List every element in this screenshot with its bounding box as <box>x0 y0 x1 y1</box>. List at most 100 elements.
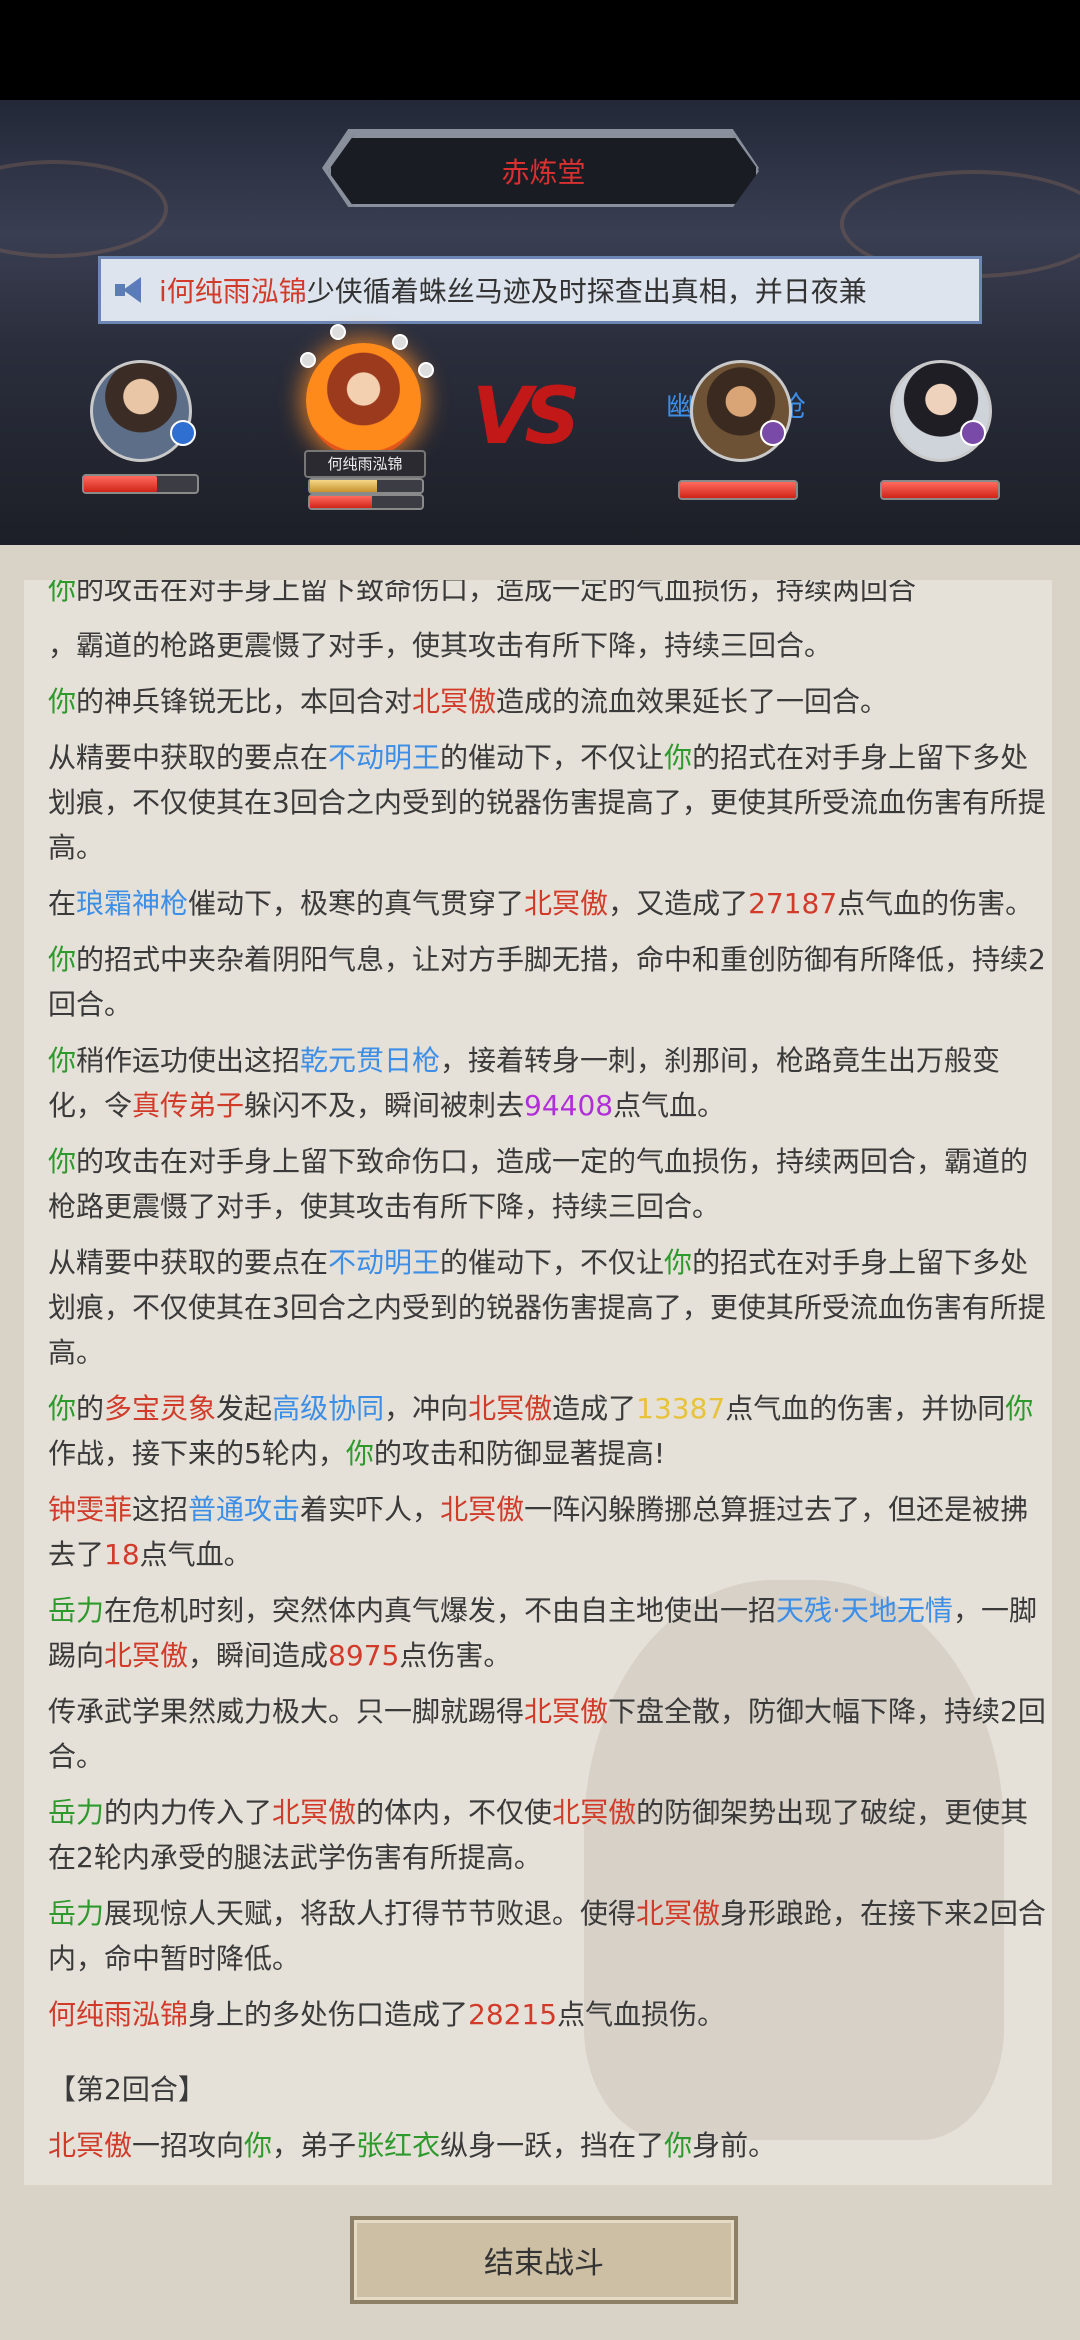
hall-title: 赤炼堂 <box>328 135 759 207</box>
log-text: 的攻击在对手身上留下致命伤口，造成一定的气血损伤，持续两回合，霸道的枪路更震慑了… <box>48 1145 1029 1223</box>
log-highlight: 北冥傲 <box>524 1695 609 1728</box>
enemy-class-badge-icon <box>760 420 786 446</box>
skill-slot-icon <box>392 334 408 350</box>
log-highlight: 你 <box>48 1392 77 1425</box>
battle-log-entry: 钟雯菲这招普通攻击着实吓人，北冥傲一阵闪躲腾挪总算捱过去了，但还是被拂去了18点… <box>48 1487 1048 1577</box>
log-highlight: 北冥傲 <box>552 1796 637 1829</box>
skill-slot-icon <box>330 324 346 340</box>
log-highlight: 你 <box>48 1044 77 1077</box>
log-text: 的内力传入了 <box>104 1796 273 1829</box>
log-text: 点气血。 <box>613 1089 726 1122</box>
battle-log-entry: 传承武学果然威力极大。只一脚就踢得北冥傲下盘全散，防御大幅下降，持续2回合。 <box>48 1689 1048 1779</box>
log-highlight: 94408 <box>524 1089 614 1122</box>
enemy-ally-hp-bar <box>880 480 1000 500</box>
ally-avatar[interactable] <box>90 360 192 462</box>
enemy-ally-class-badge-icon <box>960 420 986 446</box>
enemy-hp-fill <box>680 482 796 498</box>
log-text: 的神兵锋锐无比，本回合对 <box>76 685 413 718</box>
skill-slot-icon <box>300 352 316 368</box>
battle-log-entry: 你的攻击在对手身上留下致命伤口，造成一定的气血损伤，持续两回合 <box>48 580 1048 612</box>
active-fighter-avatar[interactable] <box>306 343 421 458</box>
log-highlight: 你 <box>48 1145 77 1178</box>
battle-log-entry: 岳力在危机时刻，突然体内真气爆发，不由自主地使出一招天残·天地无情，一脚踢向北冥… <box>48 1588 1048 1678</box>
cloud-decoration <box>0 160 168 258</box>
log-highlight: 你 <box>1005 1392 1034 1425</box>
log-highlight: 北冥傲 <box>104 1639 189 1672</box>
log-highlight: 北冥傲 <box>48 2129 133 2162</box>
ally-class-badge-icon <box>170 420 196 446</box>
battle-log-entry: 你稍作运功使出这招乾元贯日枪，接着转身一刺，刹那间，枪路竟生出万般变化，令真传弟… <box>48 1038 1048 1128</box>
battle-log-entry: 你的招式中夹杂着阴阳气息，让对方手脚无措，命中和重创防御有所降低，持续2回合。 <box>48 937 1048 1027</box>
log-highlight: 13387 <box>636 1392 726 1425</box>
battle-log-entry: 岳力的内力传入了北冥傲的体内，不仅使北冥傲的防御架势出现了破绽，更使其在2轮内承… <box>48 1790 1048 1880</box>
ally-hp-fill <box>84 476 158 492</box>
log-text: 身上的多处伤口造成了 <box>188 1998 469 2031</box>
log-highlight: 岳力 <box>48 1594 105 1627</box>
log-text: 造成的流血效果延长了一回合。 <box>496 685 889 718</box>
log-highlight: 北冥傲 <box>636 1897 721 1930</box>
log-text: 一招攻向 <box>132 2129 245 2162</box>
speaker-icon <box>115 277 145 303</box>
log-text: 这招 <box>132 1493 189 1526</box>
log-highlight: 高级协同 <box>272 1392 385 1425</box>
battle-log-entry: ，霸道的枪路更震慑了对手，使其攻击有所下降，持续三回合。 <box>48 623 1048 668</box>
log-highlight: 18 <box>104 1538 140 1571</box>
active-fighter-mp-fill <box>310 480 378 492</box>
log-highlight: 你 <box>664 1246 693 1279</box>
battle-log-entry: 你的多宝灵象发起高级协同，冲向北冥傲造成了13387点气血的伤害，并协同你作战，… <box>48 1386 1048 1476</box>
battle-log-entry: 从精要中获取的要点在不动明王的催动下，不仅让你的招式在对手身上留下多处划痕，不仅… <box>48 1240 1048 1375</box>
log-text: 的体内，不仅使 <box>356 1796 553 1829</box>
log-text: 【第2回合】 <box>48 2073 206 2106</box>
battle-log-panel[interactable]: 你的攻击在对手身上留下致命伤口，造成一定的气血损伤，持续两回合 ，霸道的枪路更震慑… <box>24 580 1052 2185</box>
battle-log-entry: 北冥傲侧身旋枪，突然急停，接着使出幽兰忘生枪如鬼魅般向张红衣刺去，造成了9461… <box>48 2179 1048 2185</box>
log-highlight: 岳力 <box>48 1796 105 1829</box>
log-highlight: 你 <box>664 2129 693 2162</box>
log-text: 催动下，极寒的真气贯穿了 <box>188 887 525 920</box>
log-text: 的催动下，不仅让 <box>440 741 665 774</box>
log-text: 造成了 <box>552 1392 637 1425</box>
log-text: ，又造成了 <box>608 887 749 920</box>
log-text: 从精要中获取的要点在 <box>48 741 329 774</box>
log-highlight: 你 <box>48 580 77 606</box>
log-text: 点气血的伤害。 <box>837 887 1034 920</box>
log-highlight: 北冥傲 <box>468 1392 553 1425</box>
log-highlight: 不动明王 <box>328 1246 441 1279</box>
log-text: 在 <box>48 887 77 920</box>
log-text: 点气血。 <box>139 1538 252 1571</box>
log-highlight: 张红衣 <box>356 2129 441 2162</box>
log-highlight: 28215 <box>468 1998 558 2031</box>
enemy-hp-bar <box>678 480 798 500</box>
log-text: 点伤害。 <box>399 1639 512 1672</box>
log-highlight: 你 <box>48 943 77 976</box>
log-text: 在危机时刻，突然体内真气爆发，不由自主地使出一招 <box>104 1594 777 1627</box>
log-highlight: 你 <box>664 741 693 774</box>
log-text: ，冲向 <box>384 1392 469 1425</box>
log-highlight: 8975 <box>328 1639 400 1672</box>
skill-slot-icon <box>418 362 434 378</box>
log-text: ，瞬间造成 <box>188 1639 329 1672</box>
log-highlight: 北冥傲 <box>272 1796 357 1829</box>
log-text: 点气血的伤害，并协同 <box>725 1392 1006 1425</box>
log-highlight: 不动明王 <box>328 741 441 774</box>
enemy-avatar[interactable] <box>690 360 792 462</box>
log-highlight: 多宝灵象 <box>104 1392 217 1425</box>
battle-log-entry: 你的神兵锋锐无比，本回合对北冥傲造成的流血效果延长了一回合。 <box>48 679 1048 724</box>
log-text: 的招式中夹杂着阴阳气息，让对方手脚无措，命中和重创防御有所降低，持续2回合。 <box>48 943 1046 1021</box>
log-text: 的 <box>76 1392 105 1425</box>
log-text: 身前。 <box>692 2129 777 2162</box>
log-text: ，霸道的枪路更震慑了对手，使其攻击有所下降，持续三回合。 <box>48 629 833 662</box>
log-text: 点气血损伤。 <box>557 1998 726 2031</box>
end-battle-button[interactable]: 结束战斗 <box>350 2216 738 2304</box>
notice-banner[interactable]: i何纯雨泓锦 少侠循着蛛丝马迹及时探查出真相，并日夜兼 <box>98 256 982 324</box>
log-text: 的攻击和防御显著提高! <box>373 1437 666 1470</box>
log-text: 作战，接下来的5轮内， <box>48 1437 346 1470</box>
log-text: 展现惊人天赋，将敌人打得节节败退。使得 <box>104 1897 637 1930</box>
enemy-ally-hp-fill <box>882 482 998 498</box>
log-text: 传承武学果然威力极大。只一脚就踢得 <box>48 1695 525 1728</box>
battle-log-entry: 岳力展现惊人天赋，将敌人打得节节败退。使得北冥傲身形踉跄，在接下来2回合内，命中… <box>48 1891 1048 1981</box>
log-highlight: 27187 <box>748 887 838 920</box>
log-text: 从精要中获取的要点在 <box>48 1246 329 1279</box>
log-text: 稍作运功使出这招 <box>76 1044 301 1077</box>
log-highlight: 钟雯菲 <box>48 1493 133 1526</box>
enemy-ally-avatar[interactable] <box>890 360 992 462</box>
